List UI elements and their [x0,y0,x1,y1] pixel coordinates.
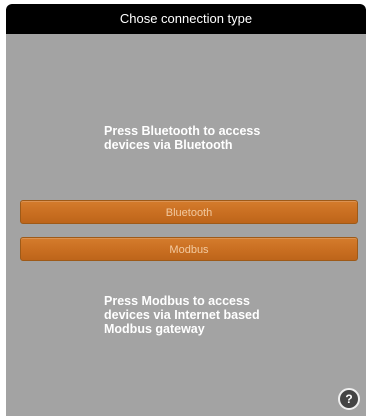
modbus-button[interactable]: Modbus [20,237,358,261]
question-mark-icon: ? [345,392,353,406]
bluetooth-button[interactable]: Bluetooth [20,200,358,224]
bluetooth-instructions: Press Bluetooth to access devices via Bl… [104,124,261,152]
modbus-instructions: Press Modbus to access devices via Inter… [104,294,260,336]
help-icon[interactable]: ? [338,388,360,410]
screen: Chose connection type Press Bluetooth to… [0,0,366,420]
connection-type-dialog: Chose connection type Press Bluetooth to… [6,4,366,416]
title-bar: Chose connection type [6,4,366,34]
dialog-title: Chose connection type [119,11,253,26]
